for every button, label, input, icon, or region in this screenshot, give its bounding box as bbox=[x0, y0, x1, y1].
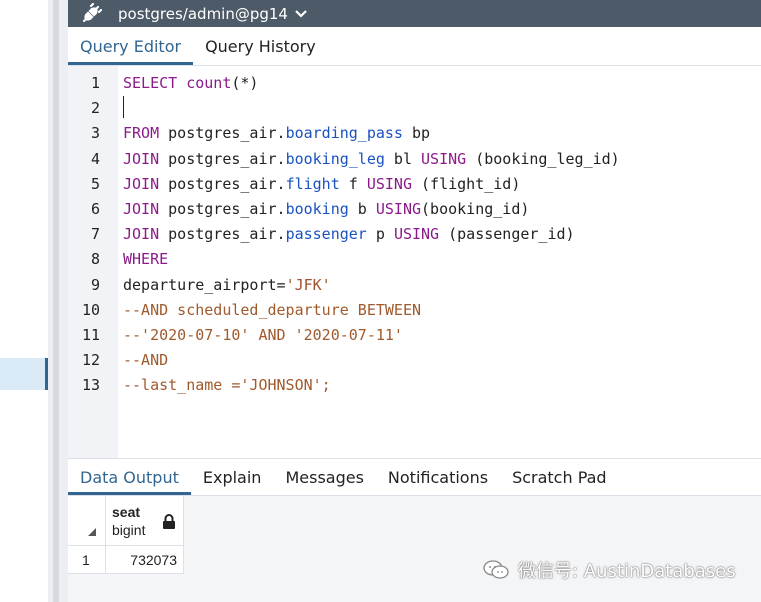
code-token: USING bbox=[375, 200, 422, 218]
code-token: JOIN bbox=[123, 149, 169, 168]
code-token: USING bbox=[393, 225, 440, 244]
code-token: JOIN bbox=[123, 200, 169, 218]
code-token: postgres_air. bbox=[168, 149, 286, 168]
line-number: 6 bbox=[90, 200, 100, 218]
data-output-grid: seat bigint 1 732073 bbox=[68, 496, 761, 602]
connection-label[interactable]: postgres/admin@pg14 bbox=[118, 5, 288, 23]
code-token: USING bbox=[421, 149, 467, 168]
code-line[interactable]: --'2020-07-10' AND '2020-07-11' bbox=[123, 323, 403, 348]
code-token: SELECT bbox=[123, 74, 187, 92]
tab-query-editor[interactable]: Query Editor bbox=[68, 27, 194, 65]
code-area[interactable]: SELECT count(*) FROM postgres_air.boardin… bbox=[118, 66, 761, 458]
connection-bar: postgres/admin@pg14 bbox=[68, 0, 761, 27]
row-number[interactable]: 1 bbox=[68, 546, 106, 574]
code-line[interactable]: JOIN postgres_air.flight f USING (flight… bbox=[123, 172, 520, 197]
code-token: (booking_leg_id) bbox=[466, 149, 620, 168]
code-token: --last_name ='JOHNSON'; bbox=[123, 376, 331, 395]
code-token: postgres_air. bbox=[168, 124, 286, 143]
line-number: 13 bbox=[81, 376, 100, 395]
line-number: 12 bbox=[81, 351, 100, 370]
pgadmin-window: postgres/admin@pg14 Query Editor Query H… bbox=[0, 0, 761, 602]
code-token: b bbox=[348, 200, 376, 218]
code-line[interactable]: WHERE bbox=[123, 247, 168, 272]
code-line[interactable]: SELECT count(*) bbox=[123, 71, 258, 96]
editor-tab-bar: Query Editor Query History bbox=[68, 27, 761, 66]
tab-explain[interactable]: Explain bbox=[191, 459, 274, 495]
code-token: (booking_id) bbox=[421, 200, 530, 218]
browser-tree-selected-item[interactable] bbox=[0, 358, 48, 390]
code-token: USING bbox=[366, 174, 412, 193]
line-number: 5 bbox=[90, 174, 100, 193]
code-token: postgres_air. bbox=[168, 225, 286, 244]
query-tool-panel: postgres/admin@pg14 Query Editor Query H… bbox=[68, 0, 761, 602]
plug-icon bbox=[80, 2, 102, 25]
code-token: FROM bbox=[123, 124, 169, 143]
code-token: passenger bbox=[285, 225, 367, 244]
code-token: JOIN bbox=[123, 174, 169, 193]
code-token: bp bbox=[402, 124, 431, 143]
line-number: 10 bbox=[81, 300, 100, 319]
code-token: bl bbox=[384, 149, 422, 168]
code-token: p bbox=[366, 225, 394, 244]
sql-editor[interactable]: 1 2 3 4 5 6 7 8 9 10 11 12 13 SELECT count(*) FROM po… bbox=[68, 66, 761, 458]
line-number: 1 bbox=[90, 74, 100, 92]
code-token: JOIN bbox=[123, 225, 169, 244]
code-token: count bbox=[186, 74, 232, 92]
column-header-seat[interactable]: seat bigint bbox=[106, 496, 184, 546]
line-number: 8 bbox=[90, 250, 100, 269]
code-token: WHERE bbox=[123, 250, 169, 269]
table-cell[interactable]: 732073 bbox=[106, 546, 184, 574]
wechat-icon bbox=[483, 560, 509, 579]
line-number-gutter: 1 2 3 4 5 6 7 8 9 10 11 12 13 bbox=[68, 66, 118, 458]
corner-triangle-icon bbox=[88, 528, 96, 536]
tab-notifications[interactable]: Notifications bbox=[376, 459, 500, 495]
line-number: 2 bbox=[90, 99, 100, 118]
code-token: --'2020-07-10' AND '2020-07-11' bbox=[123, 326, 403, 344]
tab-data-output[interactable]: Data Output bbox=[68, 459, 191, 495]
code-token: booking_leg bbox=[285, 149, 385, 168]
code-line[interactable]: JOIN postgres_air.booking_leg bl USING (… bbox=[123, 147, 620, 172]
code-token: 'JFK' bbox=[285, 275, 331, 294]
code-line[interactable]: departure_airport='JFK' bbox=[123, 273, 331, 298]
watermark-text: 微信号: AustinDatabases bbox=[518, 561, 736, 582]
chevron-down-icon[interactable] bbox=[294, 7, 308, 21]
code-token: (flight_id) bbox=[412, 174, 521, 193]
code-token: boarding_pass bbox=[285, 124, 403, 143]
line-number: 3 bbox=[90, 124, 100, 143]
text-cursor bbox=[123, 96, 124, 118]
result-tab-bar: Data Output Explain Messages Notificatio… bbox=[68, 458, 761, 496]
tab-scratch-pad[interactable]: Scratch Pad bbox=[500, 459, 619, 495]
code-line[interactable]: FROM postgres_air.boarding_pass bp bbox=[123, 121, 430, 146]
splitter-line bbox=[53, 0, 59, 602]
tab-messages[interactable]: Messages bbox=[273, 459, 375, 495]
code-line[interactable]: JOIN postgres_air.passenger p USING (pas… bbox=[123, 222, 575, 247]
code-line[interactable]: JOIN postgres_air.booking b USING(bookin… bbox=[123, 197, 529, 222]
lock-icon bbox=[162, 514, 176, 530]
watermark: 微信号: AustinDatabases bbox=[482, 557, 736, 583]
pane-splitter[interactable] bbox=[48, 0, 68, 602]
code-token: booking bbox=[285, 200, 349, 218]
code-token: (*) bbox=[231, 74, 259, 92]
code-token: postgres_air. bbox=[168, 200, 286, 218]
line-number: 4 bbox=[90, 149, 100, 168]
code-token: flight bbox=[285, 174, 340, 193]
code-token: postgres_air. bbox=[168, 174, 286, 193]
code-token: --AND bbox=[123, 351, 169, 370]
column-type: bigint bbox=[112, 522, 146, 538]
code-token: departure_airport= bbox=[123, 275, 286, 294]
browser-tree-pane bbox=[0, 0, 48, 602]
code-line[interactable]: --last_name ='JOHNSON'; bbox=[123, 373, 331, 398]
select-all-corner[interactable] bbox=[68, 496, 106, 546]
line-number: 7 bbox=[90, 225, 100, 244]
line-number: 9 bbox=[90, 275, 100, 294]
code-token: f bbox=[339, 174, 367, 193]
tab-query-history[interactable]: Query History bbox=[193, 27, 328, 65]
code-line[interactable]: --AND scheduled_departure BETWEEN bbox=[123, 298, 421, 323]
code-token: --AND scheduled_departure BETWEEN bbox=[123, 300, 422, 319]
code-line[interactable]: --AND bbox=[123, 348, 168, 373]
code-token: (passenger_id) bbox=[439, 225, 575, 244]
line-number: 11 bbox=[81, 326, 100, 344]
column-name: seat bbox=[112, 504, 141, 520]
